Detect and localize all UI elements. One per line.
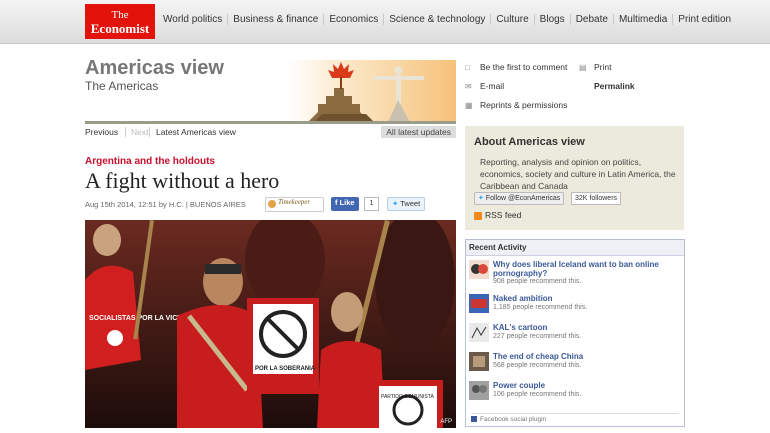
activity-item-title[interactable]: KAL's cartoon bbox=[493, 323, 681, 332]
nav-science-technology[interactable]: Science & technology bbox=[383, 14, 490, 25]
about-box: About Americas view Reporting, analysis … bbox=[465, 126, 684, 230]
banner-illustration bbox=[308, 62, 424, 122]
article-kicker: Argentina and the holdouts bbox=[85, 156, 215, 167]
email-label: E-mail bbox=[480, 81, 505, 91]
previous-link[interactable]: Previous bbox=[85, 127, 118, 137]
activity-thumbnail bbox=[469, 352, 489, 371]
permalink-label: Permalink bbox=[594, 81, 635, 91]
main-nav: World politics Business & finance Econom… bbox=[158, 14, 736, 25]
comment-icon: □ bbox=[465, 63, 470, 72]
nav-multimedia[interactable]: Multimedia bbox=[612, 14, 672, 25]
follow-twitter-button[interactable]: ✦ Follow @EconAmericas bbox=[474, 192, 565, 205]
email-icon: ✉ bbox=[465, 82, 472, 91]
facebook-plugin-footer[interactable]: Facebook social plugin bbox=[471, 413, 679, 423]
logo-line-1: The bbox=[111, 9, 129, 21]
placard-text: POR LA SOBERANIA bbox=[255, 366, 316, 372]
activity-item-title[interactable]: Why does liberal Iceland want to ban onl… bbox=[493, 260, 681, 278]
latest-americas-view-link[interactable]: Latest Americas view bbox=[149, 127, 236, 137]
twitter-bird-icon: ✦ bbox=[392, 199, 401, 208]
section-subtitle[interactable]: The Americas bbox=[85, 79, 158, 93]
activity-item-recommendations: 568 people recommend this. bbox=[493, 362, 582, 369]
recent-activity-widget: Recent Activity Why does liberal Iceland… bbox=[465, 239, 685, 427]
like-label: Like bbox=[339, 198, 355, 207]
like-count: 1 bbox=[364, 197, 379, 211]
all-latest-updates-button[interactable]: All latest updates bbox=[381, 126, 456, 138]
reprints-link[interactable]: ▦ Reprints & permissions bbox=[465, 100, 567, 110]
article-meta: Aug 15th 2014, 12:51 by H.C. | BUENOS AI… bbox=[85, 200, 246, 209]
rss-label: RSS feed bbox=[485, 210, 522, 220]
nav-culture[interactable]: Culture bbox=[490, 14, 533, 25]
print-label: Print bbox=[594, 62, 612, 72]
timekeeper-icon bbox=[268, 200, 276, 208]
article-photo: SOCIALISTAS POR LA VICTORIA POR LA SOBER… bbox=[85, 220, 456, 428]
blog-subnav: Previous Next Latest Americas view All l… bbox=[85, 126, 456, 140]
logo-line-2: Economist bbox=[90, 21, 150, 36]
tweet-button[interactable]: ✦ Tweet bbox=[387, 197, 426, 211]
placard-lower-text: PARTIDO COMUNISTA bbox=[381, 394, 434, 400]
comment-label: Be the first to comment bbox=[480, 62, 568, 72]
activity-item-recommendations: 106 people recommend this. bbox=[493, 391, 582, 398]
recent-activity-title: Recent Activity bbox=[466, 240, 684, 256]
section-title[interactable]: Americas view bbox=[85, 57, 224, 80]
photo-credit: AFP bbox=[440, 419, 452, 425]
activity-item-recommendations: 1,185 people recommend this. bbox=[493, 304, 588, 311]
next-link[interactable]: Next bbox=[125, 127, 148, 137]
timekeeper-label: Timekeeper bbox=[278, 198, 311, 206]
comment-link[interactable]: □ Be the first to comment bbox=[465, 62, 567, 72]
activity-item-title[interactable]: Power couple bbox=[493, 381, 681, 390]
followers-count: 32K followers bbox=[571, 192, 622, 205]
about-description: Reporting, analysis and opinion on polit… bbox=[480, 157, 676, 191]
activity-item-recommendations: 227 people recommend this. bbox=[493, 333, 582, 340]
activity-item-title[interactable]: The end of cheap China bbox=[493, 352, 681, 361]
facebook-like-button[interactable]: f Like bbox=[331, 197, 359, 211]
nav-economics[interactable]: Economics bbox=[323, 14, 383, 25]
permalink-link[interactable]: Permalink bbox=[579, 81, 635, 91]
reprints-icon: ▦ bbox=[465, 101, 473, 110]
twitter-bird-icon: ✦ bbox=[478, 195, 486, 202]
about-title: About Americas view bbox=[474, 136, 585, 148]
nav-print-edition[interactable]: Print edition bbox=[672, 14, 736, 25]
nav-debate[interactable]: Debate bbox=[569, 14, 613, 25]
rss-icon bbox=[474, 211, 482, 220]
facebook-plugin-label: Facebook social plugin bbox=[480, 416, 547, 423]
top-navigation-bar: The Economist World politics Business & … bbox=[0, 0, 770, 44]
activity-item-recommendations: 908 people recommend this. bbox=[493, 278, 582, 285]
activity-thumbnail bbox=[469, 260, 489, 279]
follow-label: Follow @EconAmericas bbox=[485, 195, 561, 202]
email-link[interactable]: ✉ E-mail bbox=[465, 81, 504, 91]
print-link[interactable]: ▤ Print bbox=[579, 62, 611, 72]
nav-business-finance[interactable]: Business & finance bbox=[227, 14, 323, 25]
nav-blogs[interactable]: Blogs bbox=[533, 14, 570, 25]
nav-world-politics[interactable]: World politics bbox=[158, 14, 227, 25]
tweet-label: Tweet bbox=[400, 199, 421, 208]
print-icon: ▤ bbox=[579, 63, 587, 72]
activity-thumbnail bbox=[469, 381, 489, 400]
section-banner-image bbox=[288, 60, 456, 122]
article-headline: A fight without a hero bbox=[85, 168, 280, 193]
timekeeper-button[interactable]: Timekeeper bbox=[265, 197, 324, 212]
activity-thumbnail bbox=[469, 294, 489, 313]
protest-scene-illustration: SOCIALISTAS POR LA VICTORIA POR LA SOBER… bbox=[85, 220, 456, 428]
economist-logo[interactable]: The Economist bbox=[85, 4, 155, 39]
section-divider bbox=[85, 121, 456, 124]
activity-thumbnail bbox=[469, 323, 489, 342]
reprints-label: Reprints & permissions bbox=[480, 100, 568, 110]
rss-feed-link[interactable]: RSS feed bbox=[474, 210, 521, 220]
facebook-icon bbox=[471, 416, 477, 423]
activity-item-title[interactable]: Naked ambition bbox=[493, 294, 681, 303]
